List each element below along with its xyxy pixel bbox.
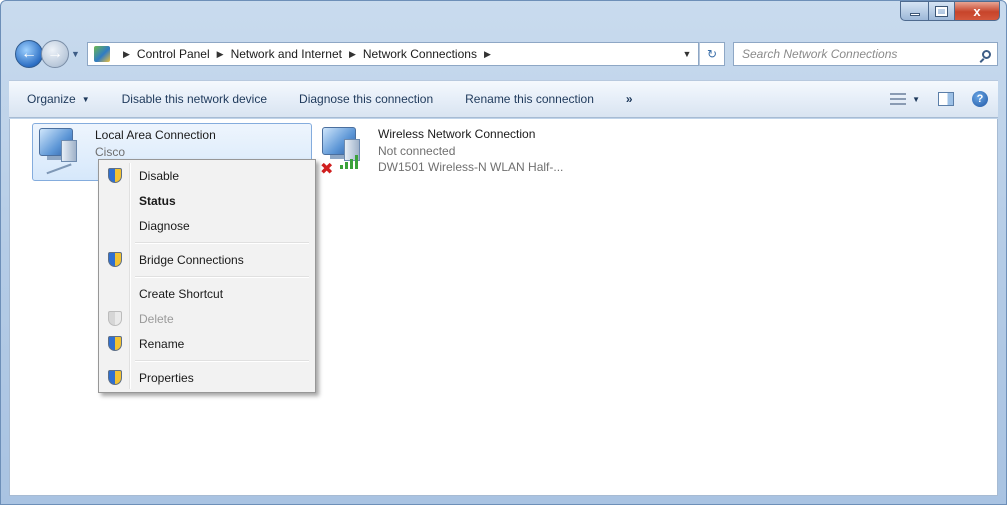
organize-label: Organize xyxy=(27,92,76,106)
chevron-down-icon: ▼ xyxy=(81,94,90,104)
menu-item-status[interactable]: Status xyxy=(101,188,313,213)
menu-item-label: Status xyxy=(139,193,176,208)
close-icon: x xyxy=(973,3,981,19)
menu-item-diagnose[interactable]: Diagnose xyxy=(101,213,313,238)
view-options-chevron-icon[interactable]: ▼ xyxy=(912,95,920,104)
rename-connection-label: Rename this connection xyxy=(465,92,594,106)
disable-device-label: Disable this network device xyxy=(121,92,268,106)
back-arrow-icon: ← xyxy=(21,45,37,62)
address-dropdown-icon[interactable]: ▼ xyxy=(676,49,698,59)
close-button[interactable]: x xyxy=(954,1,1000,21)
network-adapter-icon xyxy=(33,124,89,175)
menu-item-label: Create Shortcut xyxy=(139,286,224,301)
search-icon[interactable] xyxy=(975,43,997,65)
connection-device: DW1501 Wireless-N WLAN Half-... xyxy=(378,160,564,174)
address-bar[interactable]: ▶ Control Panel ▶ Network and Internet ▶… xyxy=(87,42,699,66)
breadcrumb-separator-icon[interactable]: ▶ xyxy=(349,49,356,60)
connection-network: Cisco xyxy=(95,145,126,159)
diagnose-connection-label: Diagnose this connection xyxy=(299,92,434,106)
breadcrumb-separator-icon[interactable]: ▶ xyxy=(217,49,224,60)
breadcrumb: ▶ Control Panel ▶ Network and Internet ▶… xyxy=(116,47,498,61)
forward-button[interactable]: → xyxy=(41,40,69,68)
menu-item-rename[interactable]: Rename xyxy=(101,331,313,356)
organize-button[interactable]: Organize ▼ xyxy=(27,92,90,106)
more-commands-button[interactable]: » xyxy=(626,92,633,106)
menu-item-label: Disable xyxy=(139,168,180,183)
back-button[interactable]: ← xyxy=(15,40,43,68)
uac-shield-icon xyxy=(108,168,122,183)
explorer-window: x ← → ▼ ▶ Control Panel ▶ Network and In… xyxy=(0,0,1007,505)
disable-device-button[interactable]: Disable this network device xyxy=(122,92,267,106)
diagnose-connection-button[interactable]: Diagnose this connection xyxy=(299,92,433,106)
forward-arrow-icon: → xyxy=(47,45,63,62)
help-icon[interactable]: ? xyxy=(972,91,988,107)
uac-shield-icon xyxy=(108,336,122,351)
menu-separator xyxy=(101,238,313,247)
connection-tile-wireless[interactable]: ✖ Wireless Network Connection Not connec… xyxy=(316,123,636,181)
minimize-icon xyxy=(909,12,920,16)
breadcrumb-network-and-internet[interactable]: Network and Internet xyxy=(231,47,342,61)
menu-item-label: Bridge Connections xyxy=(139,252,244,267)
uac-shield-icon xyxy=(108,311,122,326)
connection-name: Wireless Network Connection xyxy=(378,127,536,141)
control-panel-icon xyxy=(94,46,110,62)
navigation-bar: ← → ▼ ▶ Control Panel ▶ Network and Inte… xyxy=(15,39,998,69)
menu-item-label: Delete xyxy=(139,311,174,326)
menu-item-create-shortcut[interactable]: Create Shortcut xyxy=(101,281,313,306)
context-menu: Disable Status Diagnose Bridge Connectio… xyxy=(98,159,316,393)
breadcrumb-control-panel[interactable]: Control Panel xyxy=(137,47,210,61)
disconnected-x-icon: ✖ xyxy=(320,161,334,178)
menu-separator xyxy=(101,356,313,365)
breadcrumb-network-connections[interactable]: Network Connections xyxy=(363,47,477,61)
command-bar: Organize ▼ Disable this network device D… xyxy=(9,80,998,118)
menu-separator xyxy=(101,272,313,281)
uac-shield-icon xyxy=(108,370,122,385)
uac-shield-icon xyxy=(108,252,122,267)
menu-item-bridge-connections[interactable]: Bridge Connections xyxy=(101,247,313,272)
menu-item-properties[interactable]: Properties xyxy=(101,365,313,390)
preview-pane-icon[interactable] xyxy=(938,92,954,106)
refresh-icon: ↻ xyxy=(706,47,718,61)
menu-item-label: Properties xyxy=(139,370,194,385)
breadcrumb-separator-icon[interactable]: ▶ xyxy=(123,49,130,60)
connection-status: Not connected xyxy=(378,144,456,158)
menu-item-disable[interactable]: Disable xyxy=(101,163,313,188)
search-input[interactable]: Search Network Connections xyxy=(742,47,975,61)
search-box[interactable]: Search Network Connections xyxy=(733,42,998,66)
caption-buttons: x xyxy=(900,1,1000,21)
maximize-button[interactable] xyxy=(928,1,954,21)
maximize-icon xyxy=(935,5,948,17)
connection-name: Local Area Connection xyxy=(95,128,216,142)
rename-connection-button[interactable]: Rename this connection xyxy=(465,92,594,106)
wireless-adapter-icon: ✖ xyxy=(316,123,372,178)
minimize-button[interactable] xyxy=(900,1,928,21)
change-view-icon[interactable] xyxy=(890,93,907,105)
menu-item-label: Diagnose xyxy=(139,218,190,233)
breadcrumb-separator-icon[interactable]: ▶ xyxy=(484,49,491,60)
menu-item-delete: Delete xyxy=(101,306,313,331)
menu-item-label: Rename xyxy=(139,336,185,351)
view-controls: ▼ ? xyxy=(890,91,998,107)
recent-pages-dropdown[interactable]: ▼ xyxy=(71,49,83,59)
refresh-button[interactable]: ↻ xyxy=(699,42,725,66)
signal-bars-icon xyxy=(340,153,362,169)
